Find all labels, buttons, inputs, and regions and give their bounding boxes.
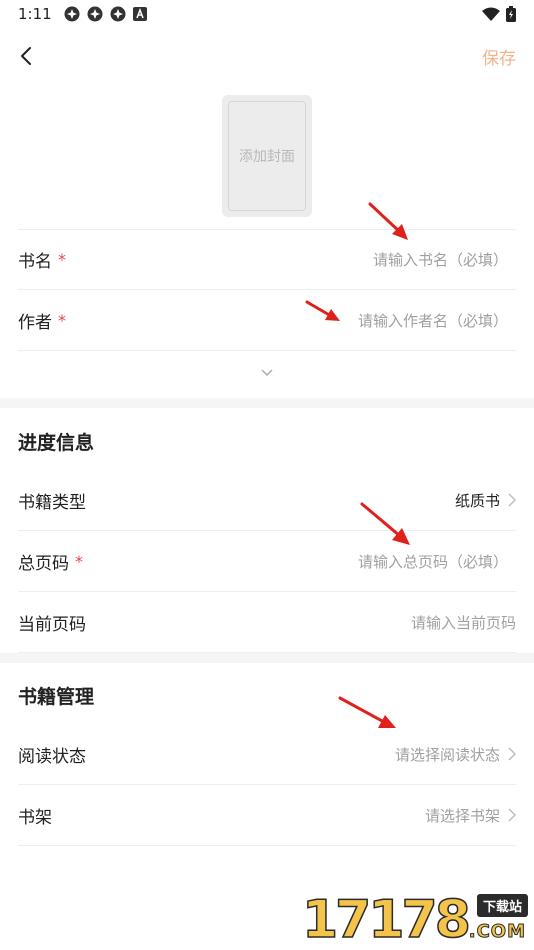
annotation-arrow-icon xyxy=(360,502,410,545)
annotation-arrow-icon xyxy=(368,202,408,240)
book-title-row[interactable]: 书名 * 请输入书名（必填） xyxy=(18,229,516,290)
management-section-title: 书籍管理 xyxy=(18,686,95,708)
book-type-value[interactable]: 纸质书 xyxy=(455,490,516,511)
annotation-arrow-icon xyxy=(338,696,396,728)
wifi-icon xyxy=(482,7,500,21)
add-cover-label: 添加封面 xyxy=(239,149,295,165)
reading-status-select[interactable]: 请选择阅读状态 xyxy=(395,744,516,765)
author-label: 作者 xyxy=(18,312,52,333)
status-time: 1:11 xyxy=(18,5,52,23)
reading-status-placeholder: 请选择阅读状态 xyxy=(394,745,500,764)
total-pages-row[interactable]: 总页码 * 请输入总页码（必填） xyxy=(18,531,516,592)
annotation-arrow-icon xyxy=(305,300,340,321)
book-type-row[interactable]: 书籍类型 纸质书 xyxy=(18,470,516,531)
chevron-right-icon xyxy=(508,747,516,761)
a-icon xyxy=(132,7,147,21)
app-icon xyxy=(110,6,126,22)
chevron-left-icon xyxy=(21,47,31,65)
author-input[interactable]: 请输入作者名（必填） xyxy=(358,310,508,331)
bookshelf-row[interactable]: 书架 请选择书架 xyxy=(18,785,516,846)
book-type-label: 书籍类型 xyxy=(18,492,86,513)
chevron-right-icon xyxy=(508,493,516,507)
required-mark: * xyxy=(58,310,66,330)
book-title-input[interactable]: 请输入书名（必填） xyxy=(373,249,508,270)
watermark-domain: .COM xyxy=(468,921,526,943)
required-mark: * xyxy=(75,551,83,571)
chevron-right-icon xyxy=(508,808,516,822)
current-page-row[interactable]: 当前页码 请输入当前页码 xyxy=(18,592,516,653)
book-title-label: 书名 xyxy=(18,252,52,272)
nav-bar: 保存 xyxy=(0,34,534,78)
battery-charging-icon xyxy=(506,6,516,22)
status-bar: 1:11 xyxy=(0,0,534,28)
app-icon xyxy=(64,6,80,22)
current-page-input[interactable]: 请输入当前页码 xyxy=(411,612,516,633)
add-cover-button[interactable]: 添加封面 xyxy=(222,95,312,217)
app-icon xyxy=(87,6,103,22)
reading-status-row[interactable]: 阅读状态 请选择阅读状态 xyxy=(18,724,516,785)
reading-status-label: 阅读状态 xyxy=(18,746,86,767)
progress-section-title: 进度信息 xyxy=(18,432,95,454)
chevron-down-icon xyxy=(261,369,273,376)
save-button[interactable]: 保存 xyxy=(482,44,516,69)
current-page-label: 当前页码 xyxy=(18,614,86,635)
bookshelf-label: 书架 xyxy=(18,807,52,828)
expand-more-button[interactable] xyxy=(257,365,277,381)
total-pages-label: 总页码 xyxy=(18,553,69,574)
author-row[interactable]: 作者 * 请输入作者名（必填） xyxy=(18,290,516,351)
section-divider xyxy=(0,653,534,663)
bookshelf-placeholder: 请选择书架 xyxy=(424,806,500,825)
status-right-icons xyxy=(482,6,516,22)
back-button[interactable] xyxy=(12,42,40,70)
total-pages-input[interactable]: 请输入总页码（必填） xyxy=(358,551,508,572)
site-watermark: 17178 下载站 .COM xyxy=(301,888,528,950)
book-type-selected: 纸质书 xyxy=(454,491,500,510)
section-divider xyxy=(0,398,534,408)
bookshelf-select[interactable]: 请选择书架 xyxy=(425,805,516,826)
notification-icons xyxy=(64,6,147,22)
required-mark: * xyxy=(58,250,66,269)
watermark-badge: 下载站 xyxy=(476,894,528,917)
watermark-number: 17178 xyxy=(301,890,471,950)
